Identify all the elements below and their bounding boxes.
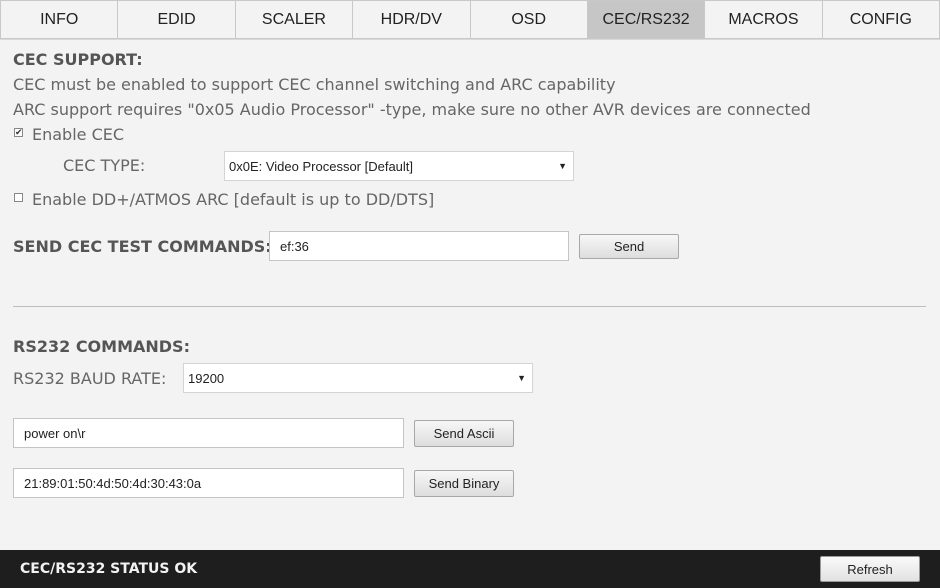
status-text: CEC/RS232 STATUS OK	[20, 561, 198, 577]
cec-type-label: CEC TYPE:	[63, 156, 146, 175]
rs232-heading: RS232 COMMANDS:	[13, 337, 190, 356]
tab-config[interactable]: CONFIG	[822, 0, 940, 39]
send-binary-button[interactable]: Send Binary	[414, 470, 514, 497]
binary-command-input[interactable]: 21:89:01:50:4d:50:4d:30:43:0a	[13, 468, 404, 498]
cec-note-1: CEC must be enabled to support CEC chann…	[13, 75, 616, 94]
tab-bar: INFO EDID SCALER HDR/DV OSD CEC/RS232 MA…	[0, 0, 940, 40]
cec-note-2: ARC support requires "0x05 Audio Process…	[13, 100, 811, 119]
cec-type-select[interactable]: 0x0E: Video Processor [Default] ▼	[224, 151, 574, 181]
send-ascii-button[interactable]: Send Ascii	[414, 420, 514, 447]
enable-arc-checkbox[interactable]	[14, 193, 23, 202]
chevron-down-icon: ▼	[558, 161, 567, 171]
tab-osd[interactable]: OSD	[470, 0, 588, 39]
section-divider	[13, 306, 926, 307]
tab-hdr-dv[interactable]: HDR/DV	[353, 0, 471, 39]
cec-support-heading: CEC SUPPORT:	[13, 50, 143, 69]
chevron-down-icon: ▼	[517, 373, 526, 383]
tab-cec-rs232[interactable]: CEC/RS232	[587, 0, 706, 39]
enable-cec-label: Enable CEC	[32, 125, 125, 144]
send-cec-button[interactable]: Send	[579, 234, 679, 259]
check-icon: ✔	[15, 128, 23, 138]
ascii-command-input[interactable]: power on\r	[13, 418, 404, 448]
cec-type-value: 0x0E: Video Processor [Default]	[229, 158, 414, 174]
cec-rs232-panel: CEC SUPPORT: CEC must be enabled to supp…	[0, 40, 940, 550]
tab-macros[interactable]: MACROS	[705, 0, 823, 39]
cec-test-commands-label: SEND CEC TEST COMMANDS:	[13, 237, 272, 256]
baud-rate-value: 19200	[188, 370, 225, 386]
cec-test-command-input[interactable]: ef:36	[269, 231, 569, 261]
tab-scaler[interactable]: SCALER	[235, 0, 354, 39]
baud-rate-select[interactable]: 19200 ▼	[183, 363, 533, 393]
status-bar: CEC/RS232 STATUS OK Refresh	[0, 550, 940, 588]
tab-info[interactable]: INFO	[0, 0, 119, 39]
refresh-button[interactable]: Refresh	[820, 556, 920, 582]
enable-arc-label: Enable DD+/ATMOS ARC [default is up to D…	[32, 190, 435, 209]
enable-cec-checkbox[interactable]: ✔	[14, 128, 23, 138]
tab-edid[interactable]: EDID	[118, 0, 236, 39]
baud-rate-label: RS232 BAUD RATE:	[13, 369, 167, 388]
